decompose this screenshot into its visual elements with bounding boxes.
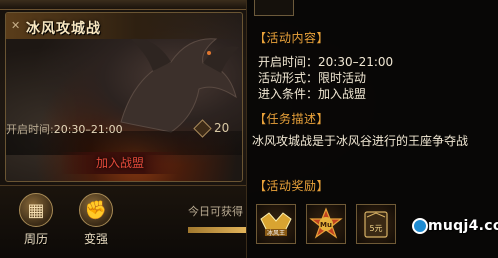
- reward-item-2[interactable]: Mu: [306, 204, 346, 244]
- bicep-icon: ✊: [79, 193, 113, 227]
- participant-count: 20: [214, 121, 230, 135]
- tooltip-header-icon: [254, 0, 294, 16]
- reward-item-1[interactable]: 冰风王: [256, 204, 296, 244]
- reward-2-text: Mu: [320, 221, 332, 229]
- card-close-icon[interactable]: ✕: [11, 19, 20, 32]
- calendar-icon: ▦: [19, 193, 53, 227]
- reward-1-text: 冰风王: [267, 229, 285, 237]
- watermark-text: muqj4.com: [428, 218, 498, 234]
- card-open-time: 开启时间:20:30–21:00: [6, 123, 123, 136]
- calendar-button[interactable]: ▦ 周历: [14, 193, 58, 251]
- event-title: 冰风攻城战: [26, 21, 101, 37]
- open-time-row: 开启时间：20:30–21:00: [258, 55, 394, 69]
- task-description-title: 【任务描述】: [254, 112, 330, 126]
- task-description: 冰风攻城战是于冰风谷进行的王座争夺战: [252, 134, 469, 148]
- coin-box-icon: 5元: [364, 211, 388, 238]
- reward-3-text: 5元: [369, 224, 382, 233]
- activity-content-title: 【活动内容】: [254, 31, 330, 45]
- entry-condition-row: 进入条件：加入战盟: [258, 87, 367, 101]
- watermark-logo-icon: [412, 218, 428, 234]
- calendar-label: 周历: [23, 232, 48, 246]
- reward-progress-bar: [188, 227, 246, 233]
- join-guild-button[interactable]: 加入战盟: [60, 152, 180, 174]
- strengthen-button[interactable]: ✊ 变强: [74, 193, 118, 251]
- format-row: 活动形式：限时活动: [258, 71, 367, 85]
- today-reward-text: 今日可获得: [188, 205, 243, 218]
- strengthen-label: 变强: [83, 232, 108, 246]
- reward-item-3[interactable]: 5元: [356, 204, 396, 244]
- reward-title: 【活动奖励】: [254, 179, 330, 193]
- star-emblem-icon: Mu: [309, 207, 343, 239]
- top-strip: [0, 0, 246, 10]
- king-badge-icon: 冰风王: [260, 212, 292, 237]
